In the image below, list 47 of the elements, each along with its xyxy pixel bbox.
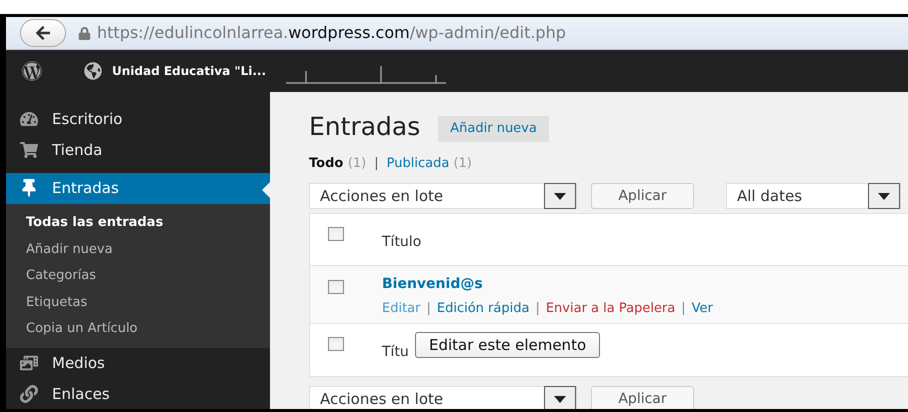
bulk-select[interactable]: Acciones en lote xyxy=(309,386,577,409)
dropdown-caret-icon xyxy=(544,183,576,209)
sidebar-item[interactable]: Enlaces xyxy=(6,378,270,409)
pin-icon xyxy=(20,179,38,198)
status-filter-link[interactable]: Todo (1) xyxy=(309,154,366,173)
apply-button[interactable]: Aplicar xyxy=(591,386,694,409)
sidebar-item[interactable]: Escritorio xyxy=(6,104,270,134)
add-new-button[interactable]: Añadir nueva xyxy=(438,116,549,142)
page-title: Entradas xyxy=(309,111,420,143)
action-separator: | xyxy=(426,300,431,318)
apply-button[interactable]: Aplicar xyxy=(591,183,694,209)
media-icon xyxy=(20,354,38,372)
site-name[interactable]: Unidad Educativa "Li... xyxy=(112,62,266,80)
submenu-item[interactable]: Añadir nueva xyxy=(6,236,270,262)
checkbox[interactable] xyxy=(328,280,344,294)
sidebar-item[interactable]: Entradas xyxy=(6,173,270,204)
tooltip: Editar este elemento xyxy=(415,332,600,358)
lock-icon xyxy=(78,26,91,40)
globe-icon[interactable] xyxy=(84,62,102,80)
action-separator: | xyxy=(535,300,540,318)
cart-icon xyxy=(20,140,38,159)
sidebar-item[interactable]: Tienda xyxy=(6,134,270,165)
url-field[interactable]: https://edulincolnlarrea.wordpress.com/wp-admin/edit.php xyxy=(97,21,566,45)
gauge-icon xyxy=(20,110,38,128)
post-title-link[interactable]: Bienvenid@s xyxy=(382,274,713,295)
filter-separator: | xyxy=(374,154,379,172)
column-header[interactable]: Título xyxy=(382,232,422,253)
submenu-item[interactable]: Categorías xyxy=(6,262,270,289)
bulk-select[interactable]: All dates xyxy=(726,183,901,209)
bulk-select[interactable]: Acciones en lote xyxy=(309,183,577,209)
row-action-link[interactable]: Enviar a la Papelera xyxy=(546,299,676,318)
back-button[interactable] xyxy=(20,19,66,47)
submenu-item[interactable]: Todas las entradas xyxy=(6,210,270,236)
checkbox[interactable] xyxy=(328,337,344,351)
wordpress-logo-icon[interactable] xyxy=(22,61,42,81)
dropdown-caret-icon xyxy=(868,183,900,209)
status-filter-link[interactable]: Publicada (1) xyxy=(386,154,472,173)
submenu-item[interactable]: Copia un Artículo xyxy=(6,316,270,342)
sidebar-item[interactable]: Medios xyxy=(6,348,270,378)
action-separator: | xyxy=(681,300,686,318)
checkbox[interactable] xyxy=(328,227,344,241)
link-icon xyxy=(20,384,38,403)
row-action-link[interactable]: Edición rápida xyxy=(436,299,530,318)
row-action-link[interactable]: Ver xyxy=(692,299,713,318)
column-header[interactable]: Títu xyxy=(382,342,409,363)
back-arrow-icon xyxy=(35,25,51,41)
submenu-item[interactable]: Etiquetas xyxy=(6,289,270,316)
